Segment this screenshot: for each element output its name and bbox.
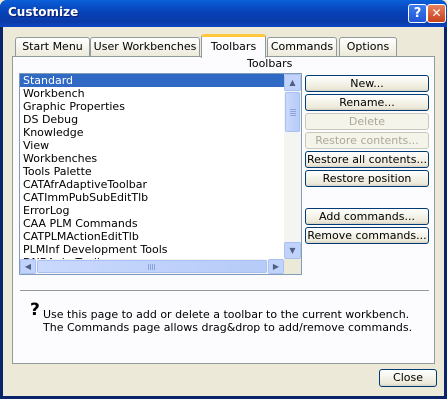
vertical-scroll-thumb[interactable] — [285, 92, 300, 132]
toolbar-list-item[interactable]: Tools Palette — [20, 165, 284, 178]
scroll-down-arrow-icon[interactable]: ▼ — [284, 242, 301, 259]
restore-position-button[interactable]: Restore position — [305, 170, 429, 187]
close-icon[interactable]: ✕ — [427, 4, 446, 23]
help-separator — [20, 290, 429, 291]
toolbar-list-item[interactable]: Standard — [20, 74, 284, 87]
toolbar-list-item[interactable]: View — [20, 139, 284, 152]
toolbar-list-item[interactable]: Workbench — [20, 87, 284, 100]
restore-contents-button[interactable]: Restore contents... — [305, 132, 429, 149]
customize-dialog: Customize ? ✕ Start Menu User Workbenche… — [0, 0, 447, 399]
remove-commands-button[interactable]: Remove commands... — [305, 227, 429, 244]
horizontal-scroll-thumb[interactable] — [37, 260, 267, 273]
scroll-left-arrow-icon[interactable]: ◀ — [20, 259, 36, 274]
window-title: Customize — [8, 5, 79, 19]
scroll-up-arrow-icon[interactable]: ▲ — [284, 74, 301, 91]
thumb-grip-icon — [290, 109, 296, 116]
help-text: Use this page to add or delete a toolbar… — [43, 308, 412, 334]
toolbar-list-item[interactable]: CATImmPubSubEditTlb — [20, 191, 284, 204]
close-button[interactable]: Close — [379, 369, 437, 387]
question-mark-icon: ? — [30, 300, 40, 320]
toolbars-list-caption: Toolbars — [247, 57, 293, 70]
toolbar-list-item[interactable]: Graphic Properties — [20, 100, 284, 113]
restore-all-contents-button[interactable]: Restore all contents... — [305, 151, 429, 168]
help-text-line-1: Use this page to add or delete a toolbar… — [43, 308, 410, 321]
scroll-right-arrow-icon[interactable]: ▶ — [268, 259, 284, 274]
tab-user-workbenches[interactable]: User Workbenches — [90, 37, 200, 57]
toolbar-list-item[interactable]: CAA PLM Commands — [20, 217, 284, 230]
new-toolbar-button[interactable]: New... — [305, 75, 429, 92]
tab-commands[interactable]: Commands — [267, 37, 337, 57]
toolbars-listbox[interactable]: Standard Workbench Graphic Properties DS De… — [19, 73, 302, 275]
toolbars-list-items: Standard Workbench Graphic Properties DS De… — [20, 74, 284, 259]
thumb-grip-icon — [148, 264, 155, 270]
toolbar-list-item[interactable]: CATPLMActionEditTlb — [20, 230, 284, 243]
toolbar-list-item[interactable]: ErrorLog — [20, 204, 284, 217]
delete-toolbar-button[interactable]: Delete — [305, 113, 429, 130]
scrollbar-corner — [284, 259, 301, 274]
toolbar-list-item[interactable]: Knowledge — [20, 126, 284, 139]
tab-start-menu[interactable]: Start Menu — [15, 37, 90, 57]
tab-options[interactable]: Options — [339, 37, 397, 57]
toolbar-list-item[interactable]: PLMInf Development Tools — [20, 243, 284, 256]
title-bar[interactable]: Customize ? ✕ — [0, 0, 447, 27]
rename-toolbar-button[interactable]: Rename... — [305, 94, 429, 111]
help-text-line-2: The Commands page allows drag&drop to ad… — [43, 321, 413, 334]
tab-toolbars[interactable]: Toolbars — [201, 34, 266, 58]
toolbar-list-item[interactable]: Workbenches — [20, 152, 284, 165]
add-commands-button[interactable]: Add commands... — [305, 208, 429, 225]
help-icon[interactable]: ? — [408, 4, 427, 23]
toolbar-list-item[interactable]: CATAfrAdaptiveToolbar — [20, 178, 284, 191]
toolbar-list-item[interactable]: DS Debug — [20, 113, 284, 126]
dialog-body: Start Menu User Workbenches Toolbars Com… — [3, 27, 444, 396]
vertical-scrollbar[interactable]: ▲ ▼ — [284, 74, 301, 259]
horizontal-scrollbar[interactable]: ◀ ▶ — [20, 259, 284, 274]
